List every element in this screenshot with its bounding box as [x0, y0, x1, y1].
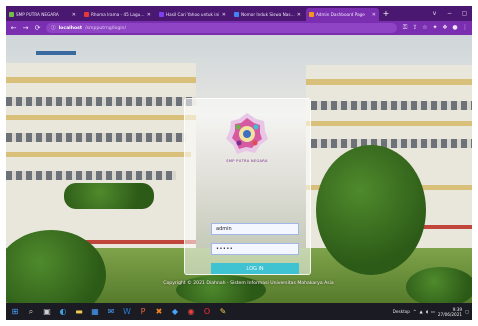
building-band: [6, 152, 191, 157]
yahoo-icon: [159, 12, 164, 17]
task-view-icon[interactable]: ▣: [41, 306, 53, 318]
chrome-icon[interactable]: ◉: [185, 306, 197, 318]
new-tab-button[interactable]: +: [381, 8, 391, 21]
tab-title: SMP PUTRA NEGARA: [16, 12, 59, 17]
windows-icon[interactable]: ⊞: [9, 306, 21, 318]
login-button[interactable]: LOG IN: [211, 263, 299, 274]
tab-favicon-icon: [9, 12, 14, 17]
school-logo-text: SMP PUTRA NEGARA: [226, 159, 268, 163]
site-info-icon[interactable]: ⓘ: [51, 25, 56, 31]
tab-strip: SMP PUTRA NEGARA ✕ Rhoma Irama - 45 Lagu…: [6, 6, 472, 21]
windows-taskbar: ⊞ ⌕ ▣ ◐ ▬ ▦ ✉ W P ✖ ◆ ◉ O ✎ Desktop ^ ▲ ◖ ▭ 9:39 27/0…: [6, 303, 472, 320]
tab-nisn[interactable]: Nomor Induk Siswa Nasional ✕: [231, 8, 304, 21]
building-band: [306, 121, 472, 126]
bookmark-star-icon[interactable]: ☆: [422, 25, 428, 31]
tab-close-icon[interactable]: ✕: [222, 12, 226, 18]
reload-icon[interactable]: ⟳: [34, 24, 41, 32]
maximize-button[interactable]: ▢: [457, 10, 472, 17]
back-icon[interactable]: ←: [10, 24, 17, 32]
tab-admin-dashboard[interactable]: Admin Dashboard Page ✕: [306, 8, 379, 21]
file-explorer-icon[interactable]: ▬: [73, 306, 85, 318]
username-field[interactable]: admin: [211, 223, 299, 235]
school-building-left: [6, 63, 196, 253]
building-band: [306, 79, 472, 85]
tab-yahoo-search[interactable]: Hasil Cari Yahoo untuk ini ✕: [156, 8, 229, 21]
share-icon[interactable]: ⇪: [412, 25, 418, 31]
tab-close-icon[interactable]: ✕: [297, 12, 301, 18]
system-tray: Desktop ^ ▲ ◖ ▭ 9:39 27/06/2021 ▢: [393, 307, 469, 317]
word-icon[interactable]: W: [121, 306, 133, 318]
address-path: /smpputrng/login/: [85, 25, 126, 31]
tree: [316, 145, 426, 275]
login-card: SMP PUTRA NEGARA admin ••••• LOG IN: [184, 98, 311, 275]
minimize-button[interactable]: −: [442, 10, 457, 17]
tab-close-icon[interactable]: ✕: [72, 12, 76, 18]
school-logo-icon: [226, 113, 268, 154]
menu-icon[interactable]: ⋮: [462, 25, 468, 31]
bush: [406, 267, 472, 303]
tab-title: Admin Dashboard Page: [316, 12, 365, 17]
notifications-icon[interactable]: ▢: [465, 309, 469, 314]
window-row: [6, 133, 186, 142]
tab-search-icon[interactable]: v: [427, 10, 442, 17]
building-band: [6, 77, 196, 83]
powerpoint-icon[interactable]: P: [137, 306, 149, 318]
photos-icon[interactable]: ◆: [169, 306, 181, 318]
forward-icon[interactable]: →: [22, 24, 29, 32]
tab-title: Hasil Cari Yahoo untuk ini: [166, 12, 220, 17]
browser-toolbar: ← → ⟳ ⓘ localhost/smpputrng/login/ ⚿ ⇪ ☆…: [6, 21, 472, 35]
address-bar[interactable]: ⓘ localhost/smpputrng/login/: [46, 23, 397, 33]
volume-icon[interactable]: ◖: [426, 309, 428, 314]
admin-page-icon: [309, 12, 314, 17]
clock[interactable]: 9:39 27/06/2021: [438, 307, 462, 317]
paint-icon[interactable]: ✎: [217, 306, 229, 318]
roof-structure: [36, 51, 76, 55]
opera-icon[interactable]: O: [201, 306, 213, 318]
profile-icon[interactable]: ●: [452, 25, 458, 31]
tray-chevron-icon[interactable]: ^: [413, 309, 417, 314]
window-row: [6, 171, 176, 180]
browser-window: SMP PUTRA NEGARA ✕ Rhoma Irama - 45 Lagu…: [6, 6, 472, 320]
youtube-icon: [84, 12, 89, 17]
password-field[interactable]: •••••: [211, 243, 299, 255]
window-row: [311, 139, 472, 148]
address-host: localhost: [58, 25, 83, 31]
window-row: [311, 101, 472, 110]
tab-title: Rhoma Irama - 45 Lagu Terb: [91, 12, 145, 17]
edge-icon[interactable]: ◐: [57, 306, 69, 318]
search-icon[interactable]: ⌕: [25, 306, 37, 318]
tab-rhoma-irama[interactable]: Rhoma Irama - 45 Lagu Terb ✕: [81, 8, 154, 21]
extension-icon[interactable]: ✦: [432, 25, 438, 31]
xampp-icon[interactable]: ✖: [153, 306, 165, 318]
tab-close-icon[interactable]: ✕: [147, 12, 151, 18]
tab-close-icon[interactable]: ✕: [372, 12, 376, 18]
battery-icon[interactable]: ▭: [431, 309, 435, 314]
bush: [176, 275, 266, 303]
key-icon[interactable]: ⚿: [402, 25, 408, 31]
tab-title: Nomor Induk Siswa Nasional: [241, 12, 295, 17]
hedge: [64, 183, 154, 209]
mail-icon[interactable]: ✉: [105, 306, 117, 318]
network-icon[interactable]: ▲: [419, 309, 422, 314]
copyright-text: Copyright © 2021 Diahnah - Sistem Inform…: [163, 281, 334, 286]
window-controls: v − ▢: [427, 6, 472, 21]
extensions-puzzle-icon[interactable]: ❖: [442, 25, 448, 31]
toolbar-actions: ⚿ ⇪ ☆ ✦ ❖ ● ⋮: [402, 25, 468, 31]
desktop-label[interactable]: Desktop: [393, 309, 410, 314]
login-page: SMP PUTRA NEGARA admin ••••• LOG IN Copy…: [6, 35, 472, 303]
store-icon[interactable]: ▦: [89, 306, 101, 318]
building-band: [6, 115, 196, 120]
page-icon: [234, 12, 239, 17]
tab-smp-putra-negara[interactable]: SMP PUTRA NEGARA ✕: [6, 8, 79, 21]
window-row: [6, 97, 196, 106]
clock-date: 27/06/2021: [437, 311, 463, 317]
